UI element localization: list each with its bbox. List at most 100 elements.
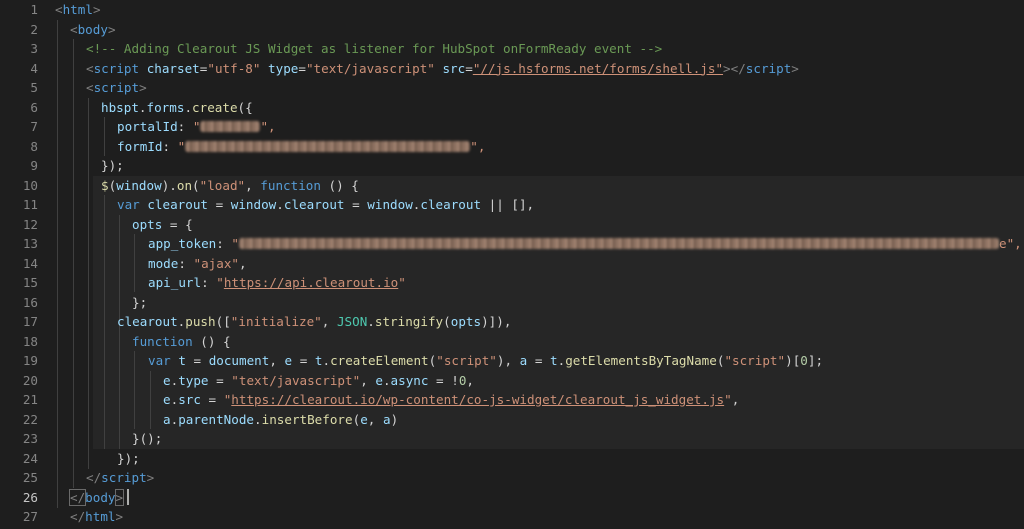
token: "utf-8" [207,60,261,76]
token: }; [132,294,148,310]
token: t [178,353,186,368]
token: . [276,197,284,212]
line-number: 22 [22,411,38,427]
token: app_token [148,236,217,251]
token: stringify [374,314,444,329]
code-line-21[interactable]: 21 e.src = "https://clearout.io/wp-conte… [0,390,1024,410]
token: " [231,236,240,251]
token: . [184,99,193,115]
token: window [116,177,162,193]
token: ). [161,177,177,193]
token: > [146,470,155,485]
line-number: 10 [22,177,38,193]
token: clearout [117,314,178,329]
token: }); [101,158,124,173]
token: on [176,177,193,193]
token: " [398,275,406,290]
code-line-13[interactable]: 13 app_token: " e", [0,234,1024,254]
line-number: 23 [22,431,38,446]
token: html [85,509,116,524]
code-line-11[interactable]: 11 var clearout = window.clearout = wind… [0,195,1024,215]
code-line-2[interactable]: 2 <body> [0,20,1024,40]
token: > [107,21,116,37]
token: : [201,275,217,290]
token: , [269,353,285,368]
token: type [268,60,299,76]
code-line-9[interactable]: 9 }); [0,156,1024,176]
code-line-16[interactable]: 16 }; [0,293,1024,313]
code-line-14[interactable]: 14 mode: "ajax", [0,254,1024,274]
token: html [62,2,93,17]
token: () { [320,177,359,193]
line-number: 3 [30,41,38,56]
code-line-4[interactable]: 4 <script charset="utf-8" type="text/jav… [0,59,1024,79]
token: 0 [800,353,808,368]
token: forms [146,99,185,115]
line-number: 11 [22,197,38,212]
token: "text/javascript" [305,60,435,76]
token: < [55,2,63,17]
line-number: 7 [30,119,38,134]
token: = [208,197,231,212]
token: , [321,314,337,329]
token: a [382,411,391,427]
token: src [442,60,466,76]
token: ( [443,314,451,329]
code-line-15[interactable]: 15 api_url: "https://api.clearout.io" [0,273,1024,293]
token: script [93,60,140,76]
token: "ajax" [193,255,240,271]
token: )[ [785,353,801,368]
code-line-3[interactable]: 3 <!-- Adding Clearout JS Widget as list… [0,39,1024,59]
code-line-27[interactable]: 27 </html> [0,507,1024,527]
token: "script" [724,353,786,368]
token: ", [260,119,276,134]
shell-js-link[interactable]: "//js.hsforms.net/forms/shell.js" [473,61,723,76]
widget-js-link[interactable]: https://clearout.io/wp-content/co-js-wid… [231,392,724,407]
token: ]; [807,353,824,368]
code-line-24[interactable]: 24 }); [0,449,1024,469]
code-line-20[interactable]: 20 e.type = "text/javascript", e.async =… [0,371,1024,391]
token: hbspt [101,99,139,115]
code-line-26[interactable]: 26 </body> [0,488,1024,508]
token: : [162,138,178,154]
token: > [114,488,125,506]
token: body [77,21,108,37]
token: "load" [199,177,246,193]
token: formId [117,138,163,154]
code-line-19[interactable]: 19 var t = document, e = t.createElement… [0,351,1024,371]
token: ( [192,177,200,193]
token: e", [999,236,1022,251]
token: "text/javascript" [231,372,361,388]
code-line-8[interactable]: 8 formId: " ", [0,137,1024,157]
token: = [298,60,306,76]
token: createElement [330,353,429,368]
line-number: 20 [22,372,38,388]
token: opts [450,314,482,329]
token: script [93,80,140,95]
code-line-5[interactable]: 5 <script> [0,78,1024,98]
code-line-22[interactable]: 22 a.parentNode.insertBefore(e, a) [0,410,1024,430]
code-line-17[interactable]: 17 clearout.push(["initialize", JSON.str… [0,312,1024,332]
code-line-6[interactable]: 6 hbspt.forms.create({ [0,98,1024,118]
token: }); [117,450,140,466]
code-line-12[interactable]: 12 opts = { [0,215,1024,235]
token: "initialize" [230,314,322,329]
token: var [148,353,171,368]
token: " [177,138,186,154]
line-number: 21 [22,392,38,407]
token: clearout [420,197,482,212]
token: create [192,99,238,115]
token: ) [390,411,399,427]
code-line-7[interactable]: 7 portalId: " ", [0,117,1024,137]
code-editor[interactable]: 1 <html> 2 <body> 3 <!-- Adding Clearout… [0,0,1024,529]
token: push [185,314,216,329]
code-line-23[interactable]: 23 }(); [0,429,1024,449]
token: e [284,353,293,368]
code-line-25[interactable]: 25 </script> [0,468,1024,488]
code-line-1[interactable]: 1 <html> [0,0,1024,20]
api-url-link[interactable]: https://api.clearout.io [224,275,398,290]
token: e [360,411,368,427]
code-line-18[interactable]: 18 function () { [0,332,1024,352]
code-line-10[interactable]: 10 $(window).on("load", function () { [0,176,1024,196]
token: = [185,353,209,368]
